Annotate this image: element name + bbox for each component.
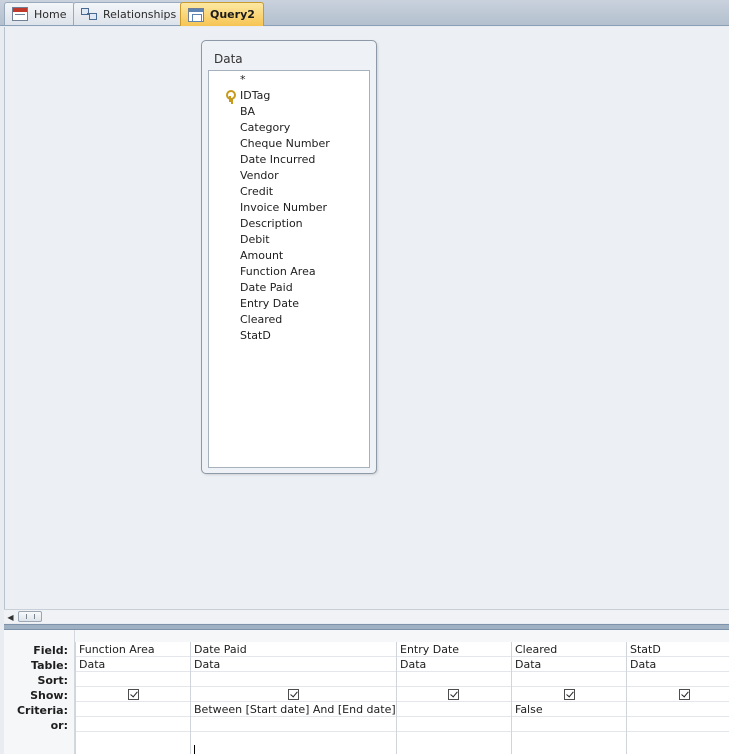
field-item[interactable]: Credit xyxy=(240,184,273,200)
field-list-title: Data xyxy=(214,52,243,66)
field-item[interactable]: Function Area xyxy=(240,264,316,280)
or-cell[interactable] xyxy=(76,717,190,732)
sort-cell[interactable] xyxy=(397,672,511,687)
form-icon xyxy=(12,7,28,21)
primary-key-icon xyxy=(225,90,236,102)
row-label-table: Table: xyxy=(30,659,68,672)
document-tab-strip: Home Relationships Query2 xyxy=(0,0,729,26)
field-item-label: IDTag xyxy=(240,89,271,102)
field-item[interactable]: Category xyxy=(240,120,290,136)
field-item[interactable]: BA xyxy=(240,104,255,120)
show-cell xyxy=(627,687,729,702)
sort-cell[interactable] xyxy=(76,672,190,687)
tab-relationships[interactable]: Relationships xyxy=(73,2,186,25)
query-design-pane[interactable]: Data * IDTag BA Category Cheque Number D… xyxy=(4,27,729,609)
field-item[interactable]: Cheque Number xyxy=(240,136,330,152)
table-cell[interactable]: Data xyxy=(512,657,626,672)
relationships-icon xyxy=(81,7,97,21)
field-item[interactable]: Invoice Number xyxy=(240,200,327,216)
table-cell[interactable]: Data xyxy=(191,657,396,672)
show-cell xyxy=(397,687,511,702)
scrollbar-thumb[interactable] xyxy=(18,611,42,622)
field-item[interactable]: Debit xyxy=(240,232,270,248)
tab-home-label: Home xyxy=(34,7,67,21)
grid-row-labels: Field: Table: Sort: Show: Criteria: or: xyxy=(4,630,75,754)
criteria-cell[interactable] xyxy=(76,702,190,717)
field-item[interactable]: Cleared xyxy=(240,312,282,328)
field-cell[interactable]: Date Paid xyxy=(191,642,396,657)
field-item[interactable]: Date Incurred xyxy=(240,152,315,168)
table-cell[interactable]: Data xyxy=(627,657,729,672)
row-label-or: or: xyxy=(50,719,68,732)
grid-column-5[interactable]: StatD Data xyxy=(626,642,729,754)
field-item[interactable]: * xyxy=(240,72,246,88)
grid-column-4[interactable]: Cleared Data False xyxy=(511,642,626,754)
criteria-cell[interactable]: Between [Start date] And [End date] xyxy=(191,702,396,717)
show-checkbox[interactable] xyxy=(288,689,299,700)
field-item[interactable]: Description xyxy=(240,216,303,232)
table-cell[interactable]: Data xyxy=(76,657,190,672)
row-label-criteria: Criteria: xyxy=(16,704,68,717)
row-label-sort: Sort: xyxy=(37,674,68,687)
row-label-field: Field: xyxy=(33,644,68,657)
criteria-cell[interactable] xyxy=(397,702,511,717)
field-cell[interactable]: Cleared xyxy=(512,642,626,657)
grid-column-2[interactable]: Date Paid Data Between [Start date] And … xyxy=(190,642,396,754)
show-cell xyxy=(76,687,190,702)
field-item[interactable]: Vendor xyxy=(240,168,279,184)
or-cell[interactable] xyxy=(191,717,396,732)
show-checkbox[interactable] xyxy=(679,689,690,700)
field-cell[interactable]: Function Area xyxy=(76,642,190,657)
criteria-cell[interactable]: False xyxy=(512,702,626,717)
criteria-cell[interactable] xyxy=(627,702,729,717)
or-cell[interactable] xyxy=(627,717,729,732)
field-item-primary-key[interactable]: IDTag xyxy=(226,88,271,104)
field-item[interactable]: Amount xyxy=(240,248,283,264)
tab-home[interactable]: Home xyxy=(4,2,76,25)
table-cell[interactable]: Data xyxy=(397,657,511,672)
sort-cell[interactable] xyxy=(512,672,626,687)
grid-column-3[interactable]: Entry Date Data xyxy=(396,642,511,754)
field-cell[interactable]: StatD xyxy=(627,642,729,657)
design-pane-horizontal-scrollbar[interactable]: ◀ xyxy=(4,609,729,623)
field-item[interactable]: Date Paid xyxy=(240,280,293,296)
or-cell[interactable] xyxy=(397,717,511,732)
show-checkbox[interactable] xyxy=(128,689,139,700)
show-cell xyxy=(512,687,626,702)
show-cell xyxy=(191,687,396,702)
field-list[interactable]: * IDTag BA Category Cheque Number Date I… xyxy=(208,70,370,468)
row-label-show: Show: xyxy=(30,689,68,702)
text-cursor xyxy=(194,745,195,754)
field-item[interactable]: Entry Date xyxy=(240,296,299,312)
or-cell[interactable] xyxy=(512,717,626,732)
tab-query2[interactable]: Query2 xyxy=(180,2,264,26)
sort-cell[interactable] xyxy=(191,672,396,687)
tab-relationships-label: Relationships xyxy=(103,7,177,21)
scroll-left-arrow-icon[interactable]: ◀ xyxy=(6,612,15,622)
query-icon xyxy=(188,7,204,22)
grid-column-1[interactable]: Function Area Data xyxy=(75,642,190,754)
field-item[interactable]: StatD xyxy=(240,328,271,344)
tab-query2-label: Query2 xyxy=(210,8,255,21)
query-design-grid[interactable]: Field: Table: Sort: Show: Criteria: or: … xyxy=(4,630,729,754)
field-cell[interactable]: Entry Date xyxy=(397,642,511,657)
show-checkbox[interactable] xyxy=(448,689,459,700)
field-list-window-data[interactable]: Data * IDTag BA Category Cheque Number D… xyxy=(201,40,377,474)
sort-cell[interactable] xyxy=(627,672,729,687)
show-checkbox[interactable] xyxy=(564,689,575,700)
